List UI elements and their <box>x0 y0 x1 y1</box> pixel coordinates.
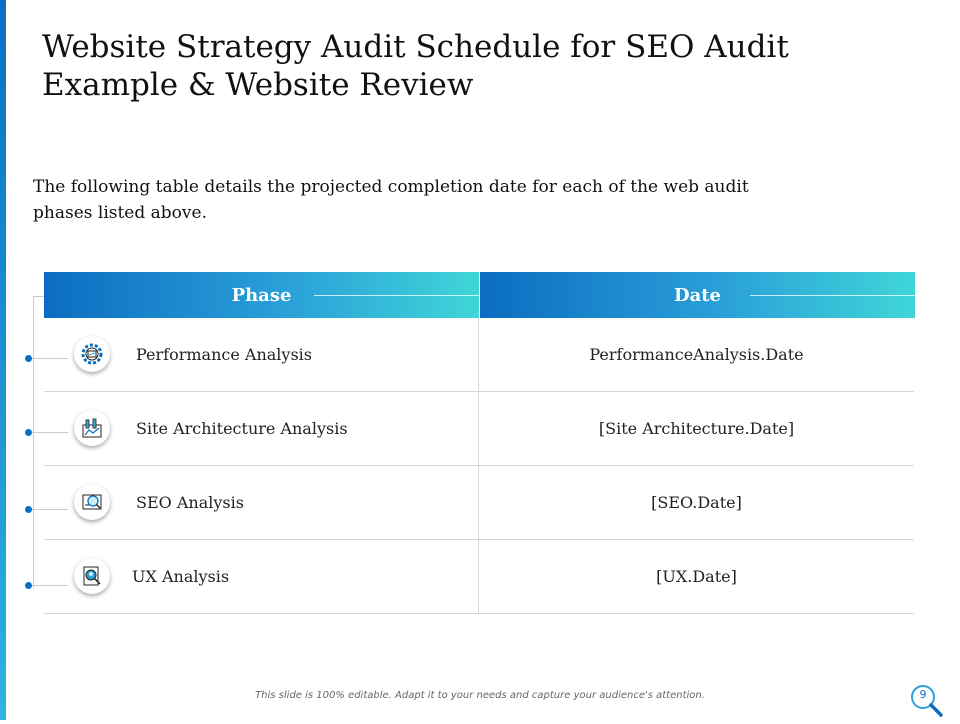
phase-label: Site Architecture Analysis <box>136 419 348 438</box>
page-number-badge: 9 <box>908 682 946 720</box>
phase-cell: SEO Analysis <box>44 466 479 539</box>
left-accent-bar <box>0 0 6 720</box>
audit-schedule-table: Phase Date Performance Analysis Performa… <box>44 272 915 614</box>
header-date: Date <box>480 272 915 318</box>
phase-cell: Site Architecture Analysis <box>44 392 479 465</box>
table-row: SEO Analysis [SEO.Date] <box>44 466 914 540</box>
header-rule <box>750 295 915 296</box>
building-blueprint-icon <box>74 410 110 446</box>
timeline-connector <box>33 296 34 588</box>
phase-cell: UX Analysis <box>44 540 479 613</box>
date-cell: [Site Architecture.Date] <box>598 419 795 438</box>
seo-magnifier-icon <box>74 484 110 520</box>
table-row: UX Analysis [UX.Date] <box>44 540 914 614</box>
user-search-icon <box>74 558 110 594</box>
header-phase-label: Phase <box>231 284 292 306</box>
table-row: Performance Analysis PerformanceAnalysis… <box>44 318 914 392</box>
slide-description: The following table details the projecte… <box>33 177 749 223</box>
timeline-dot <box>25 582 32 589</box>
date-cell: [UX.Date] <box>656 567 737 586</box>
phase-label: SEO Analysis <box>136 493 244 512</box>
phase-label: UX Analysis <box>132 567 230 586</box>
header-rule <box>314 295 479 296</box>
page-number: 9 <box>919 688 927 701</box>
table-row: Site Architecture Analysis [Site Archite… <box>44 392 914 466</box>
header-date-label: Date <box>673 284 722 306</box>
footer-note: This slide is 100% editable. Adapt it to… <box>255 690 705 701</box>
timeline-dot <box>25 429 32 436</box>
timeline-dot <box>25 355 32 362</box>
date-cell: [SEO.Date] <box>651 493 742 512</box>
date-cell: PerformanceAnalysis.Date <box>589 345 804 364</box>
phase-label: Performance Analysis <box>136 345 312 364</box>
slide-title: Website Strategy Audit Schedule for SEO … <box>42 29 789 103</box>
table-header: Phase Date <box>44 272 915 318</box>
header-phase: Phase <box>44 272 480 318</box>
phase-cell: Performance Analysis <box>44 318 479 391</box>
gear-dashboard-icon <box>74 336 110 372</box>
timeline-dot <box>25 506 32 513</box>
